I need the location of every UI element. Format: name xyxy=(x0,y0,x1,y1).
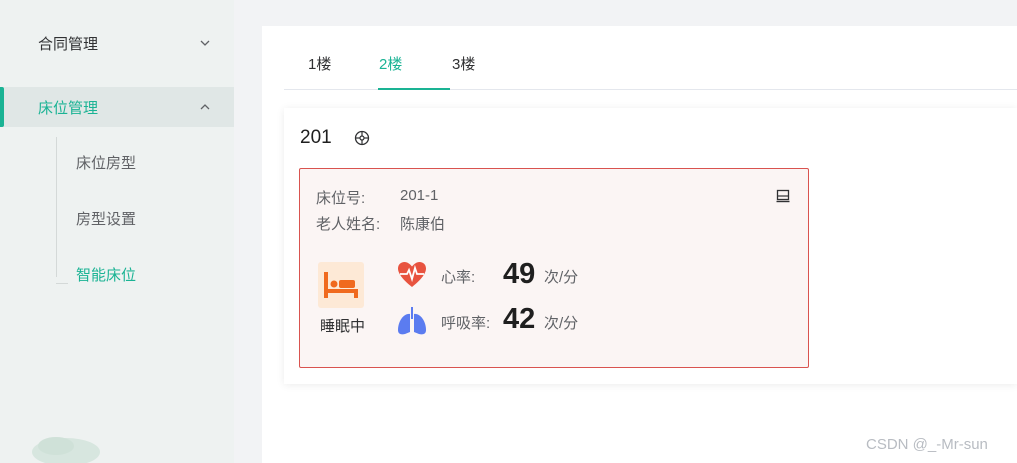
bed-number-value: 201-1 xyxy=(400,187,439,204)
active-indicator xyxy=(0,87,4,127)
active-tab-underline xyxy=(378,88,450,90)
tree-decoration-icon xyxy=(32,437,100,463)
sidebar: 合同管理 床位管理 床位房型 房型设置 智能床位 xyxy=(0,0,234,463)
menu-group-label: 床位管理 xyxy=(38,99,99,117)
chevron-up-icon xyxy=(200,104,210,110)
bed-number-label: 床位号: xyxy=(316,190,366,207)
heart-rate-icon xyxy=(398,262,426,287)
device-icon[interactable] xyxy=(775,188,791,204)
settings-wheel-icon[interactable] xyxy=(354,130,370,146)
floor-tabs: 1楼 2楼 3楼 xyxy=(284,26,1017,90)
heart-rate-value: 49 xyxy=(503,258,536,290)
lungs-icon xyxy=(398,307,426,335)
heart-rate-unit: 次/分 xyxy=(544,269,579,286)
submenu-guide-line xyxy=(56,137,57,277)
sleeping-bed-icon xyxy=(318,262,364,308)
submenu-guide-tick xyxy=(56,283,68,284)
menu-group-label: 合同管理 xyxy=(38,35,99,53)
menu-group-bed[interactable]: 床位管理 xyxy=(0,87,234,127)
sidebar-item-bed-room-type[interactable]: 床位房型 xyxy=(76,152,136,173)
bed-card[interactable]: 床位号: 201-1 老人姓名: 陈康伯 睡眠中 心率: 49 次/分 呼吸率:… xyxy=(299,168,809,368)
sidebar-item-smart-bed[interactable]: 智能床位 xyxy=(76,264,136,285)
tab-floor-1[interactable]: 1楼 xyxy=(308,53,331,74)
breath-rate-unit: 次/分 xyxy=(544,315,579,332)
main-panel: 1楼 2楼 3楼 201 床位号: 201-1 老人姓名: 陈康伯 睡眠中 心率… xyxy=(262,26,1017,463)
room-card: 201 床位号: 201-1 老人姓名: 陈康伯 睡眠中 心率: 49 次/分 … xyxy=(284,108,1017,384)
room-number: 201 xyxy=(300,127,332,148)
elder-name-label: 老人姓名: xyxy=(316,216,381,233)
watermark: CSDN @_-Mr-sun xyxy=(866,436,988,453)
sleep-status: 睡眠中 xyxy=(320,318,366,335)
breath-rate-label: 呼吸率: xyxy=(441,315,491,332)
heart-rate-label: 心率: xyxy=(441,269,476,286)
chevron-down-icon xyxy=(200,40,210,46)
tab-floor-2[interactable]: 2楼 xyxy=(379,53,402,74)
menu-group-contract[interactable]: 合同管理 xyxy=(0,23,234,63)
breath-rate-value: 42 xyxy=(503,303,536,335)
elder-name-value: 陈康伯 xyxy=(400,216,446,233)
sidebar-item-room-type-settings[interactable]: 房型设置 xyxy=(76,208,136,229)
tab-floor-3[interactable]: 3楼 xyxy=(452,53,475,74)
